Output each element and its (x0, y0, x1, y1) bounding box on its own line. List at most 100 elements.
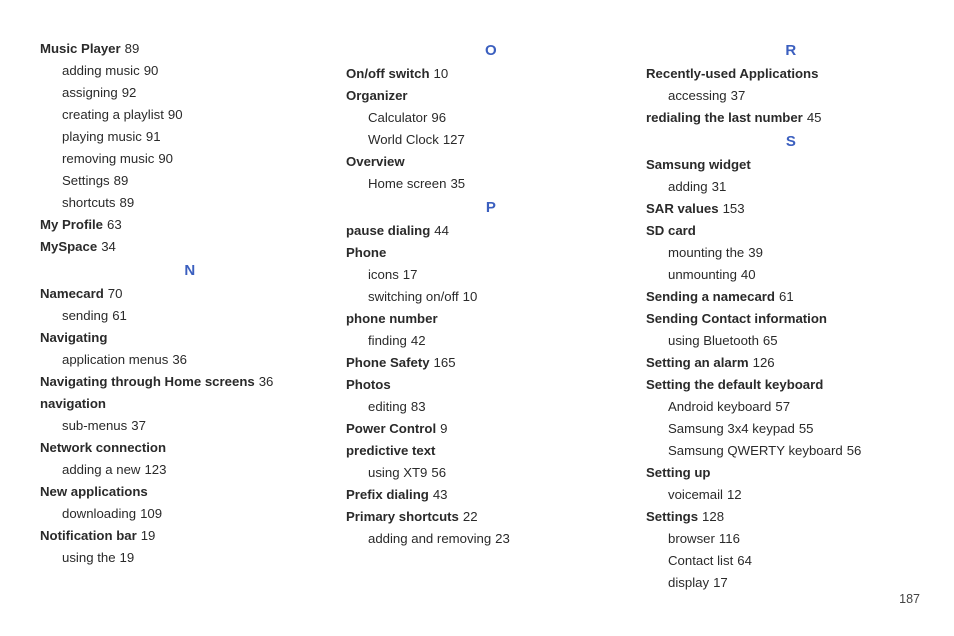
index-page-ref: 89 (120, 195, 135, 210)
index-entry: Settings128 (646, 506, 936, 528)
index-term: Photos (346, 377, 391, 392)
index-entry: Setting an alarm126 (646, 352, 936, 374)
index-page-ref: 45 (807, 110, 822, 125)
index-page-ref: 19 (120, 550, 135, 565)
index-term: Music Player (40, 41, 121, 56)
index-column-2: OOn/off switch10OrganizerCalculator96Wor… (346, 38, 636, 604)
index-page-ref: 56 (847, 443, 862, 458)
index-entry: Setting the default keyboard (646, 374, 936, 396)
index-term: creating a playlist (62, 107, 164, 122)
index-term: Overview (346, 154, 405, 169)
index-term: Contact list (668, 553, 733, 568)
index-entry: Phone Safety165 (346, 352, 636, 374)
index-page-ref: 37 (131, 418, 146, 433)
index-page: Music Player89adding music90assigning92c… (0, 0, 954, 636)
index-subentry: browser116 (646, 528, 936, 550)
index-subentry: unmounting40 (646, 264, 936, 286)
index-subentry: downloading109 (40, 503, 340, 525)
index-page-ref: 89 (114, 173, 129, 188)
index-page-ref: 42 (411, 333, 426, 348)
index-term: adding a new (62, 462, 140, 477)
index-term: display (668, 575, 709, 590)
index-term: application menus (62, 352, 168, 367)
index-entry: Setting up (646, 462, 936, 484)
index-term: SD card (646, 223, 696, 238)
index-page-ref: 123 (144, 462, 166, 477)
index-subentry: playing music91 (40, 126, 340, 148)
index-term: sending (62, 308, 108, 323)
index-entry: Sending a namecard61 (646, 286, 936, 308)
index-subentry: Contact list 64 (646, 550, 936, 572)
index-term: Organizer (346, 88, 408, 103)
index-subentry: World Clock 127 (346, 129, 636, 151)
index-page-ref: 37 (731, 88, 746, 103)
index-subentry: application menus36 (40, 349, 340, 371)
index-entry: Samsung widget (646, 154, 936, 176)
index-subentry: finding 42 (346, 330, 636, 352)
index-entry: SAR values 153 (646, 198, 936, 220)
page-number: 187 (899, 592, 920, 606)
section-letter: S (646, 133, 936, 150)
index-subentry: sub-menus37 (40, 415, 340, 437)
index-page-ref: 165 (434, 355, 456, 370)
index-page-ref: 96 (431, 110, 446, 125)
index-entry: Music Player89 (40, 38, 340, 60)
index-subentry: accessing37 (646, 85, 936, 107)
index-page-ref: 43 (433, 487, 448, 502)
index-subentry: voicemail 12 (646, 484, 936, 506)
index-subentry: Settings89 (40, 170, 340, 192)
index-column-3: RRecently-used Applicationsaccessing37re… (646, 38, 936, 604)
index-term: downloading (62, 506, 136, 521)
index-term: finding (368, 333, 407, 348)
index-subentry: Samsung 3x4 keypad55 (646, 418, 936, 440)
index-term: phone number (346, 311, 438, 326)
index-entry: Network connection (40, 437, 340, 459)
index-entry: Notification bar19 (40, 525, 340, 547)
index-term: voicemail (668, 487, 723, 502)
index-entry: redialing the last number45 (646, 107, 936, 129)
index-page-ref: 92 (122, 85, 137, 100)
index-term: Sending a namecard (646, 289, 775, 304)
index-page-ref: 23 (495, 531, 510, 546)
index-entry: pause dialing44 (346, 220, 636, 242)
index-entry: Prefix dialing 43 (346, 484, 636, 506)
index-subentry: mounting the39 (646, 242, 936, 264)
index-term: using XT9 (368, 465, 427, 480)
index-subentry: using Bluetooth65 (646, 330, 936, 352)
index-subentry: removing music90 (40, 148, 340, 170)
index-term: pause dialing (346, 223, 430, 238)
index-page-ref: 56 (431, 465, 446, 480)
index-page-ref: 153 (723, 201, 745, 216)
index-term: Setting up (646, 465, 710, 480)
index-term: Phone (346, 245, 386, 260)
index-subentry: adding and removing 23 (346, 528, 636, 550)
index-term: Prefix dialing (346, 487, 429, 502)
index-page-ref: 90 (144, 63, 159, 78)
index-term: predictive text (346, 443, 435, 458)
index-term: Android keyboard (668, 399, 771, 414)
index-subentry: creating a playlist90 (40, 104, 340, 126)
index-term: adding and removing (368, 531, 491, 546)
section-letter: N (40, 262, 340, 279)
index-term: Notification bar (40, 528, 137, 543)
index-term: New applications (40, 484, 148, 499)
index-page-ref: 64 (737, 553, 752, 568)
index-term: SAR values (646, 201, 719, 216)
index-term: Network connection (40, 440, 166, 455)
index-entry: Organizer (346, 85, 636, 107)
index-page-ref: 127 (443, 132, 465, 147)
index-subentry: adding a new 123 (40, 459, 340, 481)
index-page-ref: 12 (727, 487, 742, 502)
index-entry: Namecard70 (40, 283, 340, 305)
index-term: Setting the default keyboard (646, 377, 823, 392)
index-entry: SD card (646, 220, 936, 242)
index-term: World Clock (368, 132, 439, 147)
index-term: On/off switch (346, 66, 430, 81)
index-term: adding (668, 179, 708, 194)
index-term: assigning (62, 85, 118, 100)
index-page-ref: 57 (775, 399, 790, 414)
index-subentry: assigning 92 (40, 82, 340, 104)
index-column-1: Music Player89adding music90assigning92c… (40, 38, 340, 604)
index-page-ref: 22 (463, 509, 478, 524)
index-page-ref: 17 (403, 267, 418, 282)
